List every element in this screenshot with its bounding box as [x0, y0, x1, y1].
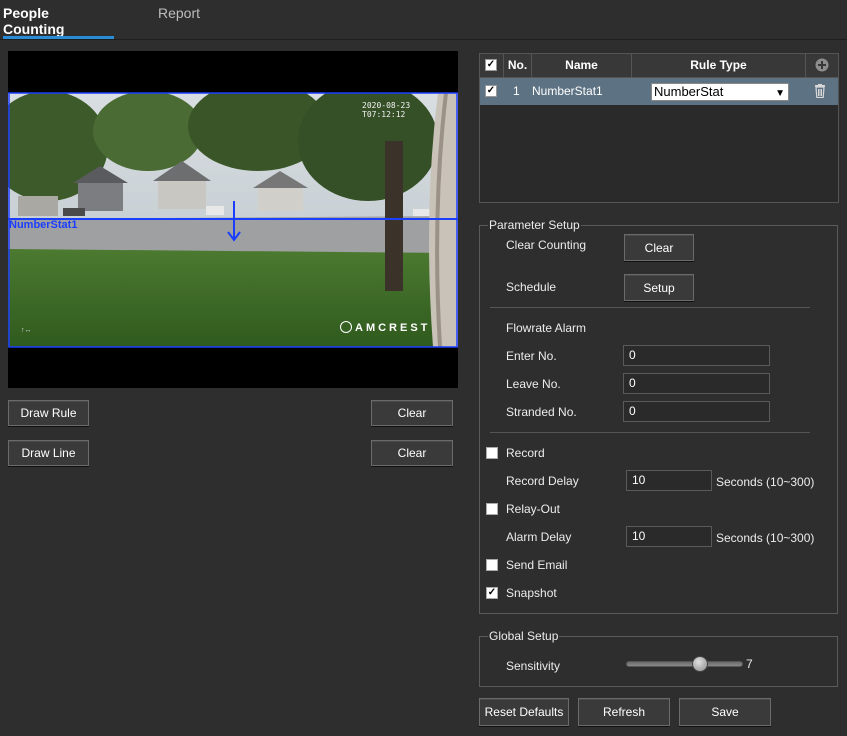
- select-all-checkbox[interactable]: ✓: [485, 59, 497, 71]
- clear-line-button[interactable]: Clear: [371, 440, 453, 466]
- alarm-delay-input[interactable]: 10: [626, 526, 712, 547]
- enter-no-label: Enter No.: [506, 349, 557, 363]
- add-rule-icon[interactable]: [815, 58, 829, 72]
- sensitivity-label: Sensitivity: [506, 659, 561, 673]
- send-email-label: Send Email: [506, 558, 568, 572]
- relay-out-label: Relay-Out: [506, 502, 561, 516]
- record-delay-label: Record Delay: [506, 474, 579, 488]
- rules-table: ✓ No. Name Rule Type ✓ 1 NumberStat1 Num…: [479, 53, 839, 203]
- schedule-label: Schedule: [506, 280, 557, 294]
- alarm-delay-unit: Seconds (10~300): [716, 531, 815, 545]
- tab-bar: People Counting Report: [0, 0, 847, 40]
- sensitivity-value: 7: [746, 657, 753, 671]
- video-preview[interactable]: NumberStat1 2020-08-23 T07:12:12 AMCREST…: [8, 51, 458, 388]
- record-checkbox[interactable]: [486, 447, 498, 459]
- schedule-setup-button[interactable]: Setup: [624, 274, 694, 301]
- stranded-no-input[interactable]: 0: [623, 401, 770, 422]
- sensitivity-slider-track[interactable]: [626, 661, 743, 667]
- amcrest-logo-icon: [340, 321, 352, 333]
- row-no: 1: [513, 84, 520, 98]
- draw-rule-button[interactable]: Draw Rule: [8, 400, 89, 426]
- rule-overlay-label: NumberStat1: [9, 219, 78, 231]
- rule-type-select[interactable]: NumberStat ▼: [651, 83, 789, 101]
- table-row[interactable]: ✓ 1 NumberStat1 NumberStat ▼: [480, 78, 838, 105]
- snapshot-checkbox[interactable]: ✓: [486, 587, 498, 599]
- clear-counting-label: Clear Counting: [506, 238, 587, 252]
- alarm-delay-label: Alarm Delay: [506, 530, 572, 544]
- header-name: Name: [532, 54, 632, 78]
- row-name: NumberStat1: [532, 84, 603, 98]
- row-checkbox[interactable]: ✓: [485, 85, 497, 97]
- parameter-setup-legend: Parameter Setup: [489, 218, 580, 232]
- leave-no-label: Leave No.: [506, 377, 561, 391]
- header-select-all: ✓: [480, 54, 504, 78]
- reset-defaults-button[interactable]: Reset Defaults: [479, 698, 569, 726]
- send-email-checkbox[interactable]: [486, 559, 498, 571]
- enter-no-input[interactable]: 0: [623, 345, 770, 366]
- draw-line-button[interactable]: Draw Line: [8, 440, 89, 466]
- global-setup-group: Global Setup: [479, 629, 838, 687]
- video-corner-text: ↑↔: [21, 327, 32, 334]
- header-add: [806, 54, 838, 78]
- clear-rule-button[interactable]: Clear: [371, 400, 453, 426]
- save-button[interactable]: Save: [679, 698, 771, 726]
- record-label: Record: [506, 446, 545, 460]
- divider: [490, 432, 810, 433]
- divider: [490, 307, 810, 308]
- record-delay-unit: Seconds (10~300): [716, 475, 815, 489]
- relay-out-checkbox[interactable]: [486, 503, 498, 515]
- refresh-button[interactable]: Refresh: [578, 698, 670, 726]
- delete-rule-icon[interactable]: [814, 84, 826, 98]
- flowrate-alarm-label: Flowrate Alarm: [506, 321, 587, 335]
- chevron-down-icon: ▼: [775, 88, 785, 99]
- sensitivity-slider-thumb[interactable]: [692, 656, 708, 672]
- rule-type-value: NumberStat: [654, 84, 724, 99]
- snapshot-label: Snapshot: [506, 586, 557, 600]
- tab-people-counting[interactable]: People Counting: [3, 5, 114, 39]
- leave-no-input[interactable]: 0: [623, 373, 770, 394]
- stranded-no-label: Stranded No.: [506, 405, 577, 419]
- video-timestamp: 2020-08-23 T07:12:12: [362, 101, 411, 119]
- global-setup-legend: Global Setup: [489, 629, 559, 643]
- camera-watermark: AMCREST: [340, 321, 430, 334]
- clear-counting-button[interactable]: Clear: [624, 234, 694, 261]
- watermark-text: AMCREST: [355, 322, 431, 334]
- record-delay-input[interactable]: 10: [626, 470, 712, 491]
- header-no: No.: [504, 54, 532, 78]
- tab-report[interactable]: Report: [158, 5, 218, 39]
- header-rule-type: Rule Type: [632, 54, 806, 78]
- rules-table-header: ✓ No. Name Rule Type: [480, 54, 838, 78]
